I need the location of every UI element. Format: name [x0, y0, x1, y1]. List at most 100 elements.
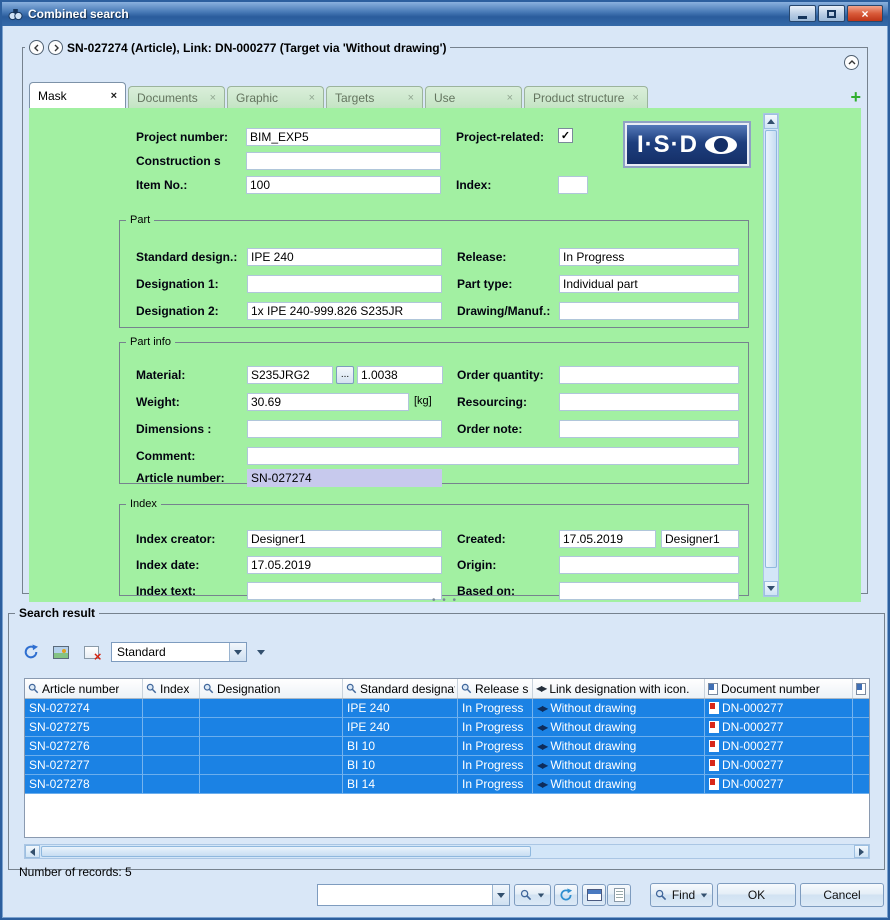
splitter-handle[interactable]: • • •	[2, 595, 888, 606]
cell-designation	[200, 718, 343, 737]
tab-close-icon[interactable]: ×	[408, 92, 414, 104]
maximize-button[interactable]	[818, 5, 845, 22]
tab-close-icon[interactable]: ×	[507, 92, 513, 104]
find-dropdown-icon[interactable]	[700, 893, 708, 897]
refresh-button[interactable]	[21, 642, 41, 662]
column-header-s[interactable]: S	[853, 679, 869, 698]
index-input[interactable]	[558, 176, 588, 194]
report-button[interactable]	[607, 884, 631, 906]
created-by-input[interactable]	[661, 530, 739, 548]
project-related-checkbox[interactable]: ✓	[558, 128, 573, 143]
cell-s	[853, 737, 869, 756]
tab-close-icon[interactable]: ×	[111, 90, 117, 102]
index-creator-input[interactable]	[247, 530, 442, 548]
item-no-label: Item No.:	[136, 178, 188, 192]
drawing-manuf-input[interactable]	[559, 302, 739, 320]
eye-icon	[705, 135, 737, 154]
horizontal-scrollbar[interactable]	[24, 844, 870, 859]
project-number-input[interactable]	[246, 128, 441, 146]
column-label: Designation	[217, 681, 281, 696]
origin-input[interactable]	[559, 556, 739, 574]
mask-panel: Project number: Project-related: ✓ I·S·D…	[29, 108, 861, 602]
find-button[interactable]: Find	[650, 883, 713, 907]
preset-combo-arrow[interactable]	[229, 643, 246, 661]
column-header-link[interactable]: ◀▶ Link designation with icon.	[533, 679, 705, 698]
material-browse-button[interactable]: ...	[336, 366, 354, 384]
index-group: Index Index creator: Created: Index date…	[119, 498, 749, 600]
scrollbar-thumb[interactable]	[765, 130, 777, 568]
tab-close-icon[interactable]: ×	[632, 92, 638, 104]
next-link-button[interactable]	[48, 40, 63, 55]
standard-design-input[interactable]	[247, 248, 442, 266]
item-no-input[interactable]	[246, 176, 441, 194]
construction-input[interactable]	[246, 152, 441, 170]
tab-close-icon[interactable]: ×	[309, 92, 315, 104]
preset-combobox[interactable]: Standard	[111, 642, 247, 662]
release-input[interactable]	[559, 248, 739, 266]
footer-combo-arrow[interactable]	[492, 885, 509, 905]
result-row[interactable]: SN-027275 IPE 240 In Progress ◀▶ Without dra…	[25, 718, 869, 737]
scroll-right-arrow[interactable]	[854, 845, 869, 858]
scrollbar-thumb[interactable]	[41, 846, 531, 857]
result-row[interactable]: SN-027276 BI 10 In Progress ◀▶ Without drawi…	[25, 737, 869, 756]
cancel-button[interactable]: Cancel	[800, 883, 884, 907]
part-type-label: Part type:	[457, 277, 513, 291]
designation2-input[interactable]	[247, 302, 442, 320]
cell-document: DN-000277	[705, 699, 853, 718]
search-icon	[655, 889, 667, 901]
cell-document: DN-000277	[705, 756, 853, 775]
comment-input[interactable]	[247, 447, 739, 465]
tab-product-structure[interactable]: Product structure ×	[524, 86, 648, 108]
column-header-release[interactable]: Release s	[458, 679, 533, 698]
minimize-button[interactable]	[789, 5, 816, 22]
dimensions-input[interactable]	[247, 420, 442, 438]
tab-use[interactable]: Use ×	[425, 86, 522, 108]
resourcing-input[interactable]	[559, 393, 739, 411]
tab-label: Product structure	[533, 90, 625, 105]
result-row[interactable]: SN-027274 IPE 240 In Progress ◀▶ Without dra…	[25, 699, 869, 718]
tab-mask[interactable]: Mask ×	[29, 82, 126, 108]
part-type-input[interactable]	[559, 275, 739, 293]
footer-combobox[interactable]	[317, 884, 510, 906]
scroll-left-arrow[interactable]	[25, 845, 40, 858]
order-note-input[interactable]	[559, 420, 739, 438]
refresh-results-button[interactable]	[554, 884, 578, 906]
order-quantity-input[interactable]	[559, 366, 739, 384]
results-table: Article number Index Designation Standard d…	[24, 678, 870, 838]
vertical-scrollbar[interactable]	[763, 113, 779, 597]
material-number-input[interactable]	[357, 366, 443, 384]
weight-input[interactable]	[247, 393, 409, 411]
scroll-up-arrow[interactable]	[764, 114, 778, 129]
column-header-document[interactable]: Document number	[705, 679, 853, 698]
collapse-button[interactable]	[844, 55, 859, 70]
cell-release: In Progress	[458, 756, 533, 775]
cell-index	[143, 699, 200, 718]
table-view-button[interactable]	[582, 884, 606, 906]
column-header-article[interactable]: Article number	[25, 679, 143, 698]
index-date-input[interactable]	[247, 556, 442, 574]
material-input[interactable]	[247, 366, 333, 384]
export-button[interactable]	[51, 642, 71, 662]
titlebar[interactable]: Combined search ×	[2, 2, 888, 26]
column-header-standard[interactable]: Standard designatic	[343, 679, 458, 698]
designation1-input[interactable]	[247, 275, 442, 293]
scroll-down-arrow[interactable]	[764, 581, 778, 596]
created-date-input[interactable]	[559, 530, 656, 548]
cell-text: DN-000277	[722, 758, 784, 772]
tab-graphic[interactable]: Graphic ×	[227, 86, 324, 108]
tab-documents[interactable]: Documents ×	[128, 86, 225, 108]
delete-button[interactable]: ×	[81, 642, 102, 664]
column-header-index[interactable]: Index	[143, 679, 200, 698]
column-header-designation[interactable]: Designation	[200, 679, 343, 698]
search-options-button[interactable]	[514, 884, 551, 906]
close-button[interactable]: ×	[847, 5, 883, 22]
ok-button[interactable]: OK	[717, 883, 796, 907]
tab-targets[interactable]: Targets ×	[326, 86, 423, 108]
add-tab-button[interactable]: +	[850, 88, 861, 106]
result-row[interactable]: SN-027278 BI 14 In Progress ◀▶ Without drawi…	[25, 775, 869, 794]
result-row[interactable]: SN-027277 BI 10 In Progress ◀▶ Without drawi…	[25, 756, 869, 775]
prev-link-button[interactable]	[29, 40, 44, 55]
preset-dropdown-icon[interactable]	[257, 649, 265, 655]
column-label: Article number	[42, 681, 120, 696]
tab-close-icon[interactable]: ×	[210, 92, 216, 104]
